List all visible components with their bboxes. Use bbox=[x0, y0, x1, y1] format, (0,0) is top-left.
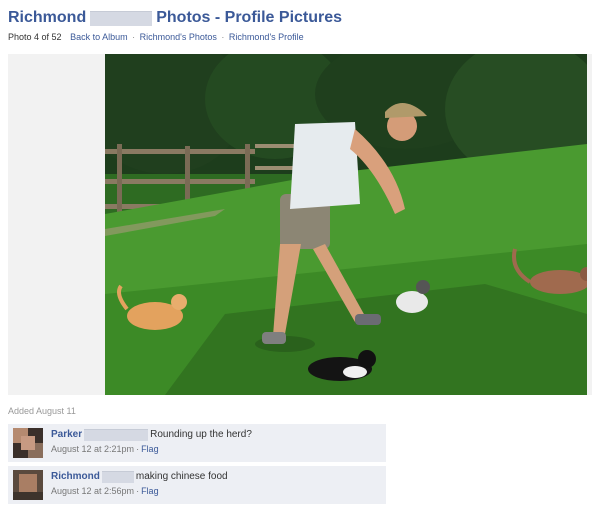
comment-author-link[interactable]: Parker bbox=[51, 429, 82, 440]
separator: · bbox=[136, 444, 140, 454]
comment-body: Richmond making chinese food August 12 a… bbox=[51, 470, 382, 496]
separator: · bbox=[136, 486, 140, 496]
user-photos-link[interactable]: Richmond's Photos bbox=[140, 32, 217, 42]
avatar[interactable] bbox=[13, 428, 43, 458]
profile-photo[interactable] bbox=[105, 54, 587, 395]
comment-item: Richmond making chinese food August 12 a… bbox=[8, 466, 386, 504]
avatar-image bbox=[13, 470, 43, 500]
redacted-surname bbox=[84, 428, 149, 441]
flag-link[interactable]: Flag bbox=[141, 486, 159, 496]
page-header: Richmond Photos - Profile Pictures bbox=[8, 8, 592, 30]
avatar[interactable] bbox=[13, 470, 43, 500]
comment-text: making chinese food bbox=[135, 471, 228, 482]
comment-timestamp: August 12 at 2:21pm bbox=[51, 444, 135, 454]
profile-name-link[interactable]: Richmond bbox=[8, 9, 86, 27]
page-title: Richmond Photos - Profile Pictures bbox=[8, 8, 592, 28]
comment-item: Parker Rounding up the herd? August 12 a… bbox=[8, 424, 386, 462]
photo-added-date: Added August 11 bbox=[8, 406, 76, 416]
photo-image bbox=[105, 54, 587, 395]
user-profile-link[interactable]: Richmond's Profile bbox=[229, 32, 304, 42]
photo-frame bbox=[8, 54, 592, 395]
photo-counter: Photo 4 of 52 bbox=[8, 32, 62, 42]
flag-link[interactable]: Flag bbox=[141, 444, 159, 454]
separator: · bbox=[132, 32, 136, 42]
photo-subnav: Photo 4 of 52 Back to Album · Richmond's… bbox=[8, 32, 304, 42]
separator: · bbox=[221, 32, 225, 42]
comment-body: Parker Rounding up the herd? August 12 a… bbox=[51, 428, 382, 454]
comment-author-link[interactable]: Richmond bbox=[51, 471, 100, 482]
album-title: Photos - Profile Pictures bbox=[156, 9, 343, 26]
redacted-surname bbox=[90, 10, 153, 26]
avatar-image bbox=[13, 428, 43, 458]
comment-text: Rounding up the herd? bbox=[150, 429, 252, 440]
comment-timestamp: August 12 at 2:56pm bbox=[51, 486, 135, 496]
redacted-surname bbox=[101, 470, 134, 483]
back-to-album-link[interactable]: Back to Album bbox=[70, 32, 128, 42]
